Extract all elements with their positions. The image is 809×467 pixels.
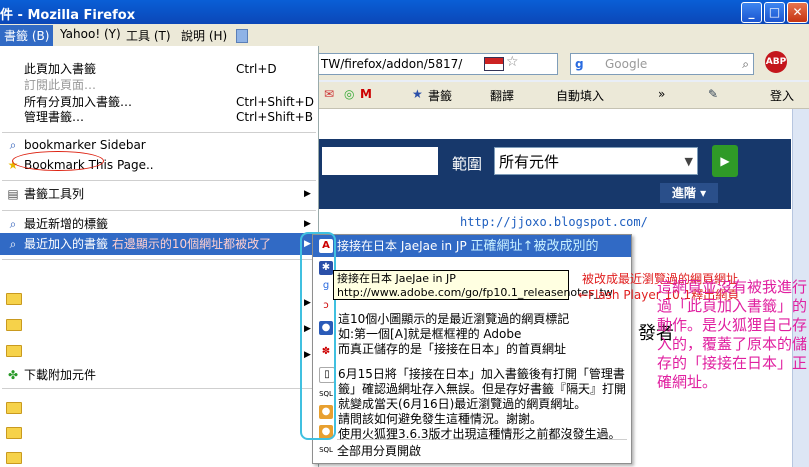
separator <box>2 132 316 133</box>
menu-recent-tags[interactable]: ⌕ 最近新增的標籤 ▶ <box>0 213 318 235</box>
explain-line: 請問該如何避免發生這種情況。謝謝。 <box>338 412 543 426</box>
first-item-text: 接接在日本 JaeJae in JP <box>337 239 467 253</box>
search-icon[interactable]: ⌕ <box>742 54 749 74</box>
toolbar-label: 書籤工具列 <box>24 187 85 201</box>
first-item-label: 接接在日本 JaeJae in JP 正確網址↑被改成別的 <box>337 235 598 258</box>
menu-bookmarks[interactable]: 書籤 (B) <box>0 25 54 46</box>
puzzle-icon: ✤ <box>7 368 19 382</box>
manage-label: 管理書籤… <box>24 110 85 124</box>
explain-line: 就變成當天(6月16日)最近瀏覽過的網頁網址。 <box>338 397 587 411</box>
icon-highlight-box <box>300 232 336 440</box>
bookmarks-toolbar: ✉ ◎ M ★ 書籤 翻譯 自動填入 » ✎ 登入 <box>318 82 809 109</box>
gmail-icon[interactable]: M <box>360 87 372 101</box>
separator <box>2 210 316 211</box>
scope-value: 所有元件 <box>499 153 560 171</box>
first-item-note: 正確網址↑被改成別的 <box>470 239 599 254</box>
explain-line: 而真正儲存的是「接接在日本」的首頁網址 <box>338 342 567 356</box>
toolbar-login[interactable]: 登入 <box>770 87 794 104</box>
submenu-arrow-icon: ▶ <box>304 189 311 199</box>
search-banner: 範圍 所有元件 ▼ ▶ 進階 ▾ <box>318 139 791 209</box>
menu-tools[interactable]: 工具 (T) <box>126 27 171 44</box>
tooltip-title: 接接在日本 JaeJae in JP <box>337 272 456 285</box>
toolbar-icon[interactable] <box>236 29 248 43</box>
addons-label: 下載附加元件 <box>24 368 97 382</box>
separator <box>2 259 316 260</box>
search-input[interactable]: g Google ⌕ <box>570 53 754 75</box>
menu-bar: 書籤 (B) Yahoo! (Y) 工具 (T) 說明 (H) <box>0 24 809 47</box>
addon-search-input[interactable] <box>322 147 438 175</box>
mail-icon[interactable]: ✉ <box>324 87 334 101</box>
explain-line: 6月15日將「接接在日本」加入書籤後有打開「管理書 <box>338 367 625 381</box>
toolbar-translate[interactable]: 翻譯 <box>490 87 514 104</box>
google-icon: g <box>575 57 584 71</box>
scope-select[interactable]: 所有元件 ▼ <box>494 147 698 175</box>
menu-yahoo[interactable]: Yahoo! (Y) <box>60 27 121 41</box>
menu-recent-bookmarks[interactable]: ⌕ 最近加入的書籤 右邊顯示的10個網址都被改了 ▶ <box>0 233 318 255</box>
folder-icon[interactable] <box>6 319 22 331</box>
folder-icon[interactable] <box>6 293 22 305</box>
star-icon[interactable]: ☆ <box>506 54 519 70</box>
menu-help[interactable]: 說明 (H) <box>181 27 227 44</box>
folder-icon[interactable] <box>6 452 22 464</box>
annotation-explain: 這10個小圖顯示的是最近瀏覽過的網頁標記 如:第一個[A]就是框框裡的 Adob… <box>338 312 638 442</box>
menu-addons[interactable]: ✤ 下載附加元件 <box>0 364 318 386</box>
minimize-button[interactable]: _ <box>741 2 762 23</box>
recent-bookmarks-text: 最近加入的書籤 <box>24 237 109 251</box>
magnifier-icon: ⌕ <box>9 138 17 152</box>
recent-icon: ⌕ <box>9 237 17 251</box>
navigation-toolbar: TW/firefox/addon/5817/ ☆ g Google ⌕ ABP <box>318 46 809 80</box>
advanced-label: 進階 <box>671 186 696 200</box>
window-title: 件 - Mozilla Firefox <box>0 8 136 23</box>
go-button[interactable]: ▶ <box>712 145 738 177</box>
tooltip: 接接在日本 JaeJae in JP http://www.adobe.com/… <box>333 270 613 300</box>
explain-line: 這10個小圖顯示的是最近瀏覽過的網頁標記 <box>338 312 570 326</box>
url-bar[interactable]: TW/firefox/addon/5817/ <box>318 53 558 75</box>
folder-icon[interactable] <box>6 427 22 439</box>
title-bar: 件 - Mozilla Firefox _ □ ✕ <box>0 0 809 24</box>
toolbar-autofill[interactable]: 自動填入 <box>556 87 604 104</box>
toolbar-folder-icon: ▤ <box>7 187 19 201</box>
manage-highlight-circle <box>12 151 104 171</box>
separator <box>2 388 316 389</box>
annotation-right: 這網頁並沒有被我進行過「此頁加入書籤」的動作。是火狐狸自己存入的，覆蓋了原本的儲… <box>657 278 808 391</box>
search-placeholder: Google <box>605 57 648 71</box>
recent-bookmarks-label: 最近加入的書籤 右邊顯示的10個網址都被改了 <box>24 233 271 255</box>
flag-icon <box>484 57 504 71</box>
swirl-icon[interactable]: ◎ <box>344 87 354 101</box>
blog-url: http://jjoxo.blogspot.com/ <box>460 215 648 229</box>
menu-bookmarks-toolbar[interactable]: ▤ 書籤工具列 ▶ <box>0 183 318 205</box>
folder-icon[interactable] <box>6 402 22 414</box>
chevron-down-icon: ▼ <box>684 155 693 168</box>
explain-line: 使用火狐狸3.6.3版才出現這種情形之前都沒發生過。 <box>338 427 621 441</box>
separator <box>2 180 316 181</box>
bookmarks-menu: 此頁加入書籤 Ctrl+D 訂閱此頁面… 所有分頁加入書籤… Ctrl+Shif… <box>0 46 319 467</box>
menu-manage[interactable]: 管理書籤… Ctrl+Shift+B <box>0 106 318 128</box>
submenu-open-all[interactable]: 全部用分頁開啟 <box>313 440 631 462</box>
tag-icon: ⌕ <box>9 217 17 231</box>
bookmark-star-icon: ★ <box>412 87 423 101</box>
open-all-label: 全部用分頁開啟 <box>337 444 422 458</box>
recent-note-annotation: 右邊顯示的10個網址都被改了 <box>111 237 272 251</box>
scope-label: 範圍 <box>452 155 483 173</box>
explain-line: 如:第一個[A]就是框框裡的 Adobe <box>338 327 522 341</box>
toolbar-bookmarks[interactable]: 書籤 <box>428 87 452 104</box>
submenu-first-item[interactable]: A 接接在日本 JaeJae in JP 正確網址↑被改成別的 <box>313 235 631 257</box>
maximize-button[interactable]: □ <box>764 2 785 23</box>
manage-shortcut: Ctrl+Shift+B <box>236 110 313 124</box>
tooltip-url: http://www.adobe.com/go/fp10.1_releaseno… <box>337 286 613 299</box>
advanced-button[interactable]: 進階 ▾ <box>660 183 718 203</box>
toolbar-overflow[interactable]: » <box>658 87 665 101</box>
recent-tags-label: 最近新增的標籤 <box>24 217 109 231</box>
explain-line: 籤」確認過網址存入無誤。但是存好書籤『隔天』打開 <box>338 382 627 396</box>
adblock-icon[interactable]: ABP <box>765 51 787 73</box>
wrench-icon[interactable]: ✎ <box>708 87 718 101</box>
folder-icon[interactable] <box>6 345 22 357</box>
close-button[interactable]: ✕ <box>787 2 808 23</box>
